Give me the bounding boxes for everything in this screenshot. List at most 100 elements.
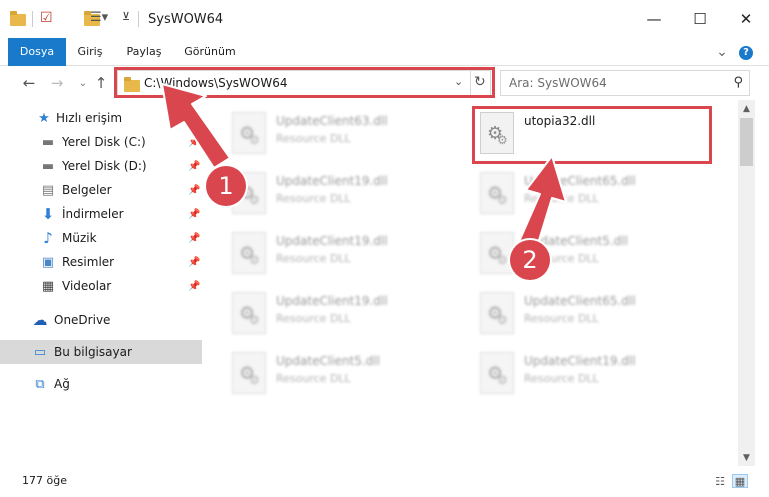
videos-icon: ▦ (41, 278, 55, 294)
pin-icon: 📌 (188, 256, 201, 268)
file-item[interactable]: ⚙ ⚙ UpdateClient65.dll Resource DLL (474, 166, 714, 222)
maximize-button[interactable]: ☐ (677, 0, 723, 38)
title-bar: ☑ ☰▾ ⊻ SysWOW64 — ☐ ✕ (0, 0, 769, 38)
sidebar-item-downloads[interactable]: ⬇ İndirmeler 📌 (0, 202, 202, 226)
file-item[interactable]: ⚙ ⚙ UpdateClient19.dll Resource DLL (226, 226, 466, 282)
file-type: Resource DLL (276, 252, 351, 265)
file-item[interactable]: ⚙ ⚙ UpdateClient63.dll Resource DLL (226, 106, 466, 162)
dll-file-icon: ⚙ ⚙ (232, 232, 266, 274)
file-name: UpdateClient63.dll (276, 114, 388, 128)
file-name: UpdateClient65.dll (524, 294, 636, 308)
sidebar-item-this-pc[interactable]: ▭ Bu bilgisayar (0, 340, 202, 364)
sidebar-item-label: Müzik (62, 231, 97, 245)
file-type: Resource DLL (276, 312, 351, 325)
sidebar-item-network[interactable]: ⧉ Ağ (0, 372, 202, 396)
file-type: Resource DLL (276, 192, 351, 205)
file-item[interactable]: ⚙ ⚙ UpdateClient65.dll Resource DLL (474, 286, 714, 342)
vertical-scrollbar[interactable]: ▲ ▼ (738, 100, 755, 466)
sidebar-item-label: Hızlı erişim (56, 111, 123, 125)
sidebar-item-label: Yerel Disk (C:) (62, 135, 146, 149)
dll-file-icon: ⚙ ⚙ (480, 352, 514, 394)
ribbon: Dosya Giriş Paylaş Görünüm ⌄ ? (0, 38, 769, 66)
pin-icon: 📌 (188, 184, 201, 196)
dll-file-icon: ⚙ ⚙ (232, 292, 266, 334)
sidebar-item-documents[interactable]: ▤ Belgeler 📌 (0, 178, 202, 202)
details-view-icon[interactable]: ☷ (712, 474, 728, 488)
tab-giris[interactable]: Giriş (72, 38, 108, 66)
sidebar-item-videos[interactable]: ▦ Videolar 📌 (0, 274, 202, 298)
status-bar: 177 öğe ☷ ▦ (0, 466, 769, 497)
folder-icon (10, 11, 26, 26)
file-name: UpdateClient19.dll (276, 174, 388, 188)
dll-file-icon: ⚙ ⚙ (232, 112, 266, 154)
sidebar-item-label: OneDrive (54, 313, 111, 327)
file-name: UpdateClient19.dll (524, 354, 636, 368)
dll-file-icon: ⚙ ⚙ (480, 232, 514, 274)
search-input[interactable] (509, 75, 719, 91)
sidebar-item-label: Resimler (62, 255, 115, 269)
file-highlight (472, 106, 712, 164)
minimize-button[interactable]: — (631, 0, 677, 38)
step-2-badge: 2 (510, 240, 550, 280)
pin-icon: 📌 (188, 280, 201, 292)
dll-file-icon: ⚙ ⚙ (480, 292, 514, 334)
up-button[interactable]: ↑ (90, 72, 112, 94)
scroll-up-icon[interactable]: ▲ (738, 100, 755, 117)
sidebar-item-label: Belgeler (62, 183, 112, 197)
item-count: 177 öğe (22, 474, 67, 487)
close-button[interactable]: ✕ (723, 0, 769, 38)
help-glyph: ? (739, 46, 753, 60)
sidebar-item-music[interactable]: ♪ Müzik 📌 (0, 226, 202, 250)
expand-ribbon-icon[interactable]: ⌄ (712, 38, 732, 66)
dll-file-icon: ⚙ ⚙ (232, 352, 266, 394)
documents-icon: ▤ (41, 182, 55, 198)
sidebar-item-local-disk-d[interactable]: ▬ Yerel Disk (D:) 📌 (0, 154, 202, 178)
separator (138, 11, 139, 27)
sidebar-item-quick-access[interactable]: ★ Hızlı erişim (0, 106, 202, 130)
sidebar-item-label: Videolar (62, 279, 112, 293)
window-title: SysWOW64 (148, 12, 224, 27)
pin-icon: 📌 (188, 232, 201, 244)
file-item[interactable]: ⚙ ⚙ UpdateClient19.dll Resource DLL (226, 166, 466, 222)
tab-dosya[interactable]: Dosya (8, 38, 66, 66)
file-name: UpdateClient19.dll (276, 294, 388, 308)
file-name: UpdateClient19.dll (276, 234, 388, 248)
pin-icon: 📌 (188, 136, 201, 148)
file-name: UpdateClient5.dll (276, 354, 380, 368)
dll-file-icon: ⚙ ⚙ (480, 172, 514, 214)
search-icon[interactable]: ⚲ (733, 75, 743, 90)
sidebar-item-label: Bu bilgisayar (54, 345, 132, 359)
tab-gorunum[interactable]: Görünüm (182, 38, 238, 66)
customize-toolbar-icon[interactable]: ☰▾ (90, 10, 108, 30)
navigation-pane: ★ Hızlı erişim ▬ Yerel Disk (C:) 📌 ▬ Yer… (0, 100, 210, 466)
download-icon: ⬇ (41, 205, 55, 223)
tab-paylas[interactable]: Paylaş (124, 38, 164, 66)
scroll-thumb[interactable] (740, 118, 753, 166)
sidebar-item-pictures[interactable]: ▣ Resimler 📌 (0, 250, 202, 274)
sidebar-item-local-disk-c[interactable]: ▬ Yerel Disk (C:) 📌 (0, 130, 202, 154)
search-box[interactable]: ⚲ (500, 70, 750, 96)
pictures-icon: ▣ (41, 254, 55, 270)
large-icons-view-icon[interactable]: ▦ (732, 474, 748, 488)
computer-icon: ▭ (33, 344, 47, 360)
sidebar-item-label: Yerel Disk (D:) (62, 159, 147, 173)
help-icon[interactable]: ? (738, 38, 754, 66)
sidebar-item-label: İndirmeler (62, 207, 124, 221)
file-item[interactable]: ⚙ ⚙ UpdateClient19.dll Resource DLL (474, 346, 714, 402)
sidebar-item-onedrive[interactable]: ☁ OneDrive (0, 308, 202, 332)
scroll-down-icon[interactable]: ▼ (738, 449, 755, 466)
star-icon: ★ (38, 110, 50, 126)
back-button[interactable]: ← (18, 72, 40, 94)
file-type: Resource DLL (524, 192, 599, 205)
file-item[interactable]: ⚙ ⚙ UpdateClient19.dll Resource DLL (226, 286, 466, 342)
file-name: UpdateClient65.dll (524, 174, 636, 188)
network-icon: ⧉ (35, 376, 45, 392)
separator (32, 11, 33, 27)
file-type: Resource DLL (524, 312, 599, 325)
file-item[interactable]: ⚙ ⚙ UpdateClient5.dll Resource DLL (226, 346, 466, 402)
drive-icon: ▬ (41, 158, 55, 174)
properties-icon[interactable]: ☑ (40, 10, 53, 30)
quick-access-dropdown-icon[interactable]: ⊻ (122, 10, 130, 30)
forward-button[interactable]: → (46, 72, 68, 94)
drive-icon: ▬ (41, 134, 55, 150)
